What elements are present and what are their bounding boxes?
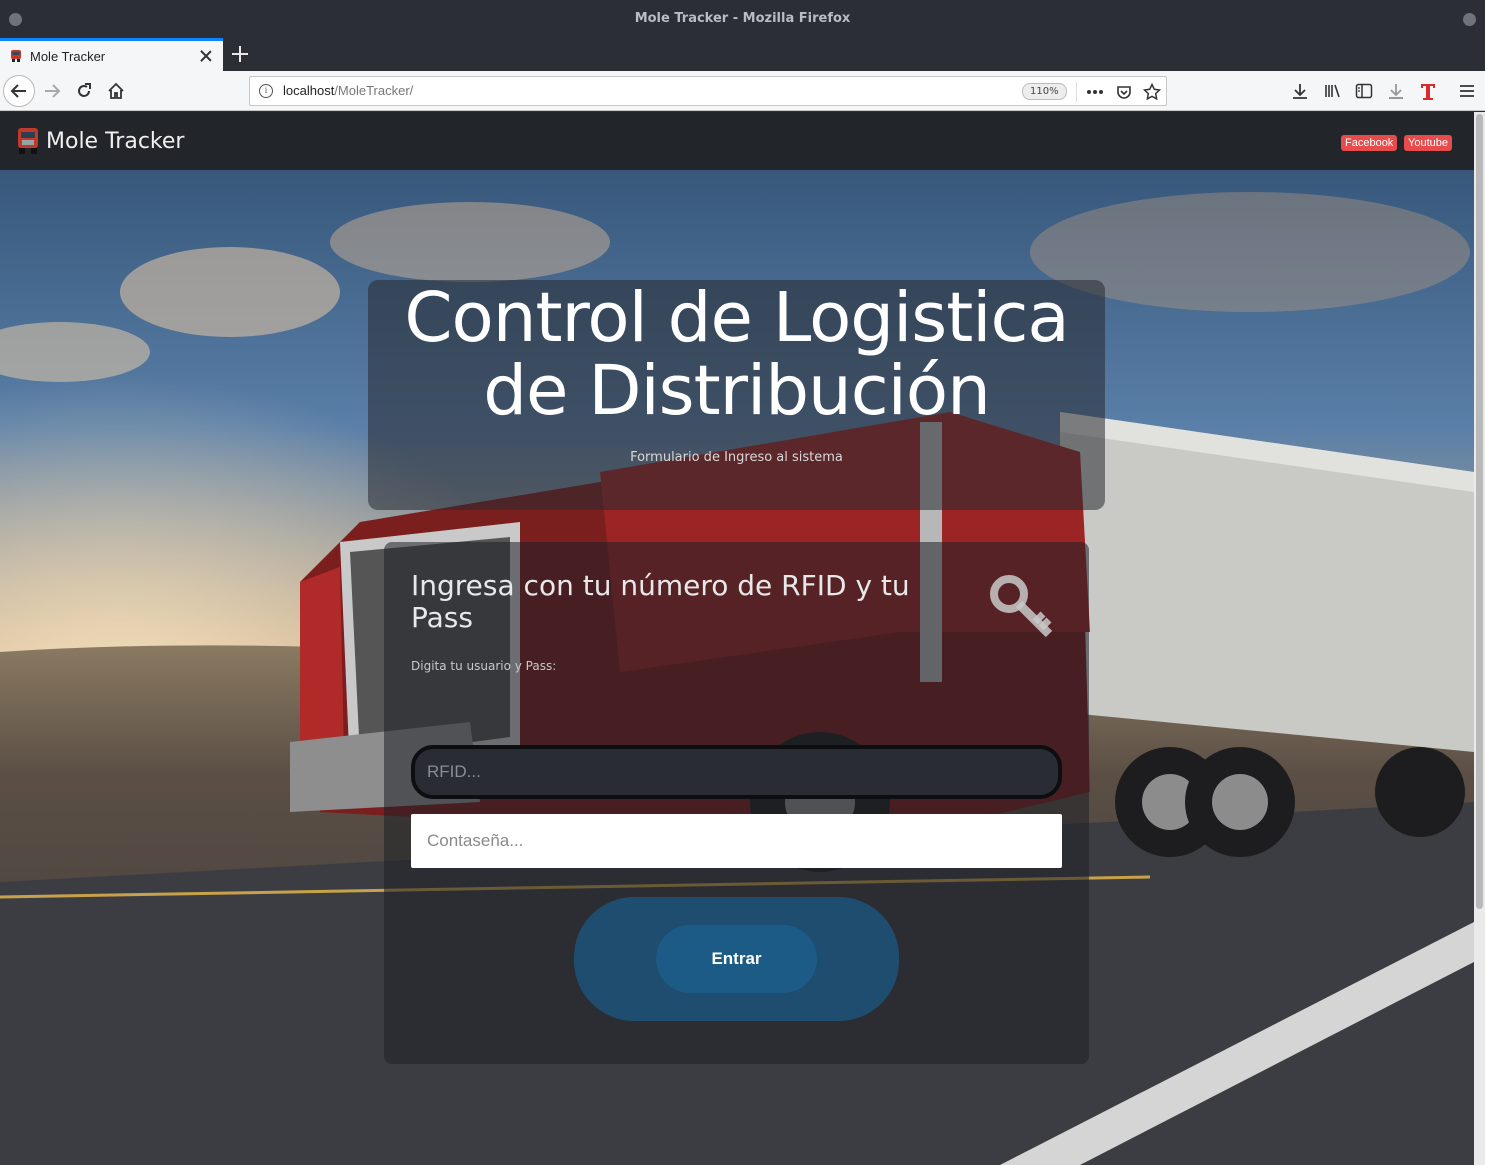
window-title: Mole Tracker - Mozilla Firefox [634,11,851,26]
home-button[interactable] [101,76,131,106]
site-info-icon[interactable]: i [259,84,273,98]
hero-panel: Control de Logistica de Distribución For… [368,280,1105,510]
download-progress-icon[interactable] [1385,80,1407,102]
site-navbar: Mole Tracker Facebook Youtube [0,112,1474,170]
tab-close-icon[interactable] [198,48,214,64]
page-scrollbar[interactable] [1474,112,1485,1165]
tab-bar: Mole Tracker [0,38,1485,71]
hamburger-menu-icon[interactable] [1456,80,1478,102]
url-path: /MoleTracker/ [334,83,414,98]
arrow-right-icon [45,84,61,98]
address-bar[interactable]: i localhost/MoleTracker/ 110% [249,76,1167,106]
pocket-icon[interactable] [1114,82,1134,102]
back-button[interactable] [3,75,35,107]
window-close-button[interactable] [1463,13,1476,26]
login-title: Ingresa con tu número de RFID y tu Pass [411,569,910,634]
home-icon [108,82,124,99]
forward-button[interactable] [37,76,67,106]
url-host: localhost [283,83,335,98]
facebook-link[interactable]: Facebook [1341,135,1398,151]
submit-button-container: Entrar [574,897,899,1021]
reload-button[interactable] [69,76,99,106]
password-input[interactable] [411,814,1062,868]
arrow-left-icon [10,84,26,98]
library-icon[interactable] [1321,80,1343,102]
web-page: Mole Tracker Facebook Youtube Control de… [0,112,1474,1165]
truck-favicon-icon [11,50,21,62]
hero-subtitle: Formulario de Ingreso al sistema [630,450,843,465]
new-tab-icon[interactable] [230,44,250,64]
tab-title: Mole Tracker [30,48,106,64]
scrollbar-thumb[interactable] [1476,114,1483,909]
truck-logo-icon [18,128,38,154]
sidebar-icon[interactable] [1353,80,1375,102]
window-menu-button[interactable] [9,13,22,26]
browser-tab[interactable]: Mole Tracker [0,38,223,71]
t-extension-icon[interactable] [1417,80,1439,102]
reload-icon [78,83,91,97]
login-panel: Ingresa con tu número de RFID y tu Pass … [384,542,1089,1064]
hero-title: Control de Logistica de Distribución [404,278,1069,431]
brand-name: Mole Tracker [46,128,185,154]
key-icon [990,575,1053,638]
window-titlebar: Mole Tracker - Mozilla Firefox [0,0,1485,38]
url-text[interactable]: localhost/MoleTracker/ [283,83,413,98]
page-actions-icon[interactable] [1085,82,1105,102]
youtube-link[interactable]: Youtube [1404,135,1452,151]
rfid-input[interactable] [411,745,1062,799]
submit-button[interactable]: Entrar [656,925,817,993]
downloads-icon[interactable] [1289,80,1311,102]
url-separator [1076,82,1077,102]
login-subtitle: Digita tu usuario y Pass: [411,659,557,673]
browser-toolbar: i localhost/MoleTracker/ 110% [0,71,1485,111]
zoom-indicator[interactable]: 110% [1022,83,1067,100]
bookmark-star-icon[interactable] [1142,82,1162,102]
brand-link[interactable]: Mole Tracker [16,126,184,156]
